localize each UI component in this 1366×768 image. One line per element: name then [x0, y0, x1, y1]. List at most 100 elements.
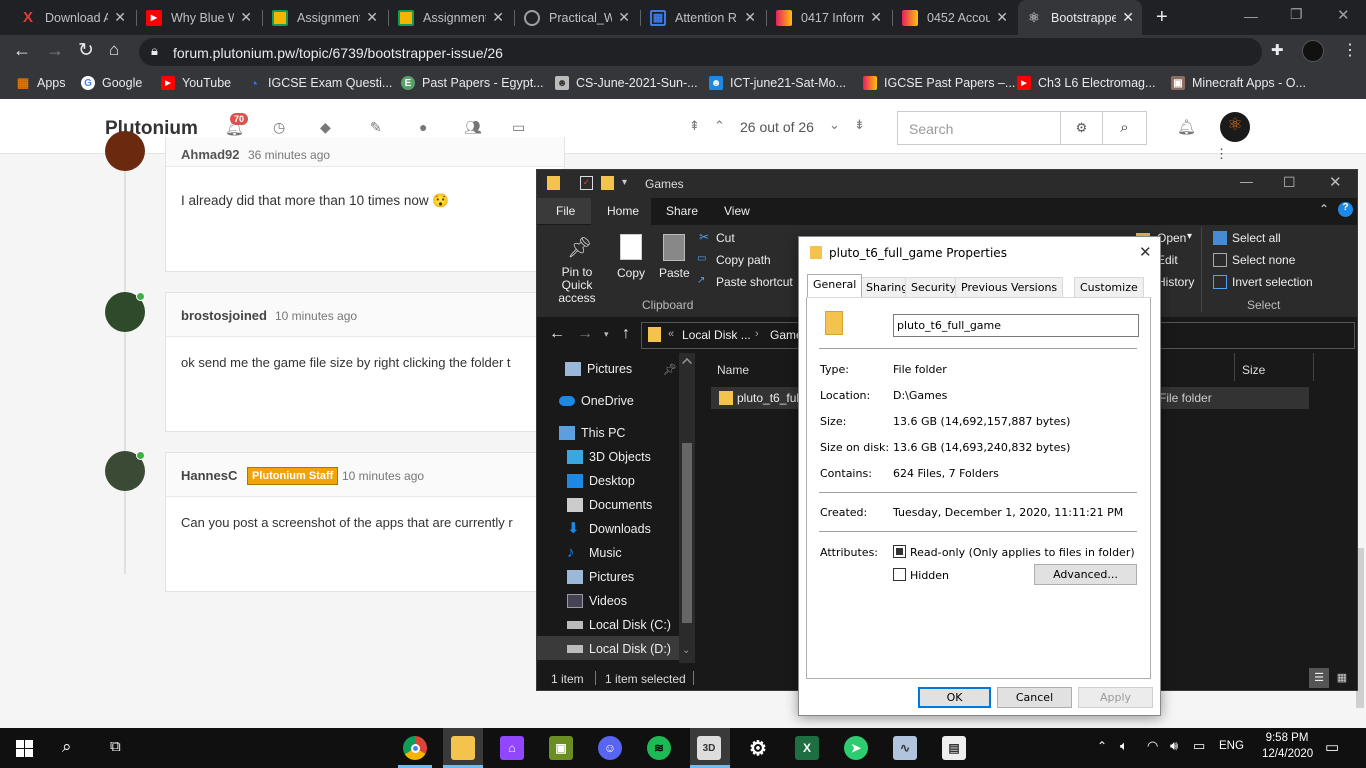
browser-tab[interactable]: Assignment ✕: [390, 0, 512, 35]
bookmark-igcse-past-papers[interactable]: IGCSE Past Papers –...: [863, 76, 1015, 90]
spotify-icon[interactable]: ≋: [647, 736, 671, 760]
post-author[interactable]: brostosjoined: [181, 308, 267, 323]
speaker-icon[interactable]: 🔊︎: [1170, 738, 1178, 754]
clock-date[interactable]: 12/4/2020: [1262, 748, 1313, 760]
browser-tab[interactable]: X Download A ✕: [12, 0, 134, 35]
close-tab-icon[interactable]: ✕: [996, 9, 1008, 26]
last-post-icon[interactable]: ⇟: [854, 117, 865, 133]
close-tab-icon[interactable]: ✕: [366, 9, 378, 26]
nav-scrollbar[interactable]: ⌄: [679, 353, 695, 663]
action-center-icon[interactable]: ▭: [1325, 738, 1339, 756]
search-icon[interactable]: ⌕: [1102, 111, 1147, 145]
nav-local-disk-c[interactable]: Local Disk (C:): [567, 618, 671, 632]
bookmark-igcse-exam[interactable]: ◔ IGCSE Exam Questi...: [247, 76, 392, 91]
post-author[interactable]: HannesC: [181, 468, 237, 483]
browser-tab[interactable]: 0417 Inform ✕: [768, 0, 890, 35]
close-tab-icon[interactable]: ✕: [492, 9, 504, 26]
reload-icon[interactable]: ↻: [78, 39, 94, 62]
column-name[interactable]: Name: [717, 363, 749, 377]
twitch-icon[interactable]: ⌂: [500, 736, 524, 760]
post-time[interactable]: 10 minutes ago: [342, 469, 424, 483]
user-avatar[interactable]: ⚛: [1220, 112, 1250, 142]
nav-music[interactable]: ♪ Music: [567, 545, 622, 560]
select-none-button[interactable]: Select none: [1232, 253, 1295, 267]
ok-button[interactable]: OK: [918, 687, 991, 708]
settings-gear-icon[interactable]: ⚙: [746, 736, 770, 760]
invert-selection-button[interactable]: Invert selection: [1232, 275, 1313, 289]
copy-path-button[interactable]: Copy path: [716, 253, 771, 267]
extensions-icon[interactable]: ✚: [1271, 41, 1284, 59]
breadcrumb-local-disk[interactable]: Local Disk ...: [682, 328, 751, 342]
browser-tab[interactable]: Practical_W ✕: [516, 0, 638, 35]
clock-time[interactable]: 9:58 PM: [1262, 732, 1312, 744]
chrome-menu-icon[interactable]: ⋮: [1342, 40, 1358, 60]
close-tab-icon[interactable]: ✕: [240, 9, 252, 26]
post-options-icon[interactable]: ⋮: [1215, 146, 1228, 162]
new-tab-icon[interactable]: +: [1156, 6, 1168, 29]
bell-icon[interactable]: 🔔︎: [1177, 118, 1196, 136]
post-time[interactable]: 36 minutes ago: [248, 148, 330, 162]
ribbon-tab-share[interactable]: Share: [666, 204, 698, 218]
file-explorer-icon[interactable]: [451, 736, 475, 760]
help-icon[interactable]: ?: [1338, 202, 1353, 217]
search-filter-icon[interactable]: ⚙: [1060, 111, 1103, 145]
nav-this-pc[interactable]: This PC: [559, 426, 625, 440]
tab-security[interactable]: Security: [905, 277, 963, 297]
tab-general[interactable]: General: [807, 274, 863, 298]
new-folder-icon[interactable]: [601, 176, 614, 190]
cancel-button[interactable]: Cancel: [997, 687, 1072, 708]
nav-documents[interactable]: Documents: [567, 498, 652, 512]
url-text[interactable]: forum.plutonium.pw/topic/6739/bootstrapp…: [173, 45, 503, 61]
restore-window-icon[interactable]: ❐: [1290, 6, 1303, 23]
nav-local-disk-d[interactable]: Local Disk (D:): [567, 642, 671, 656]
nav-downloads[interactable]: ⬇ Downloads: [567, 521, 651, 536]
readonly-label[interactable]: Read-only (Only applies to files in fold…: [910, 546, 1135, 559]
ribbon-tab-home-label[interactable]: Home: [607, 204, 639, 218]
maximize-icon[interactable]: ☐: [1283, 174, 1296, 191]
first-post-icon[interactable]: ⇞: [689, 118, 700, 134]
bookmark-minecraft-apps[interactable]: ▣ Minecraft Apps - O...: [1171, 76, 1306, 90]
customize-toolbar-icon[interactable]: ▾: [622, 177, 627, 188]
bookmark-google[interactable]: G Google: [81, 76, 142, 90]
language-indicator[interactable]: ENG: [1219, 740, 1244, 752]
tags-icon[interactable]: ◆: [320, 119, 331, 136]
battery-icon[interactable]: ▭: [1193, 738, 1205, 754]
scroll-up-icon[interactable]: [682, 358, 692, 368]
cut-button[interactable]: Cut: [716, 231, 735, 245]
paste-button[interactable]: Paste: [659, 266, 690, 280]
volume-icon[interactable]: 🔈︎: [1120, 738, 1128, 754]
collapse-ribbon-icon[interactable]: ⌃: [1319, 202, 1329, 216]
bookmark-cs-june[interactable]: ☻ CS-June-2021-Sun-...: [555, 76, 698, 90]
performance-monitor-icon[interactable]: ∿: [893, 736, 917, 760]
media-icon[interactable]: ▭: [512, 119, 525, 136]
task-view-icon[interactable]: ⧉: [110, 738, 121, 755]
paint-icon[interactable]: ▤: [942, 736, 966, 760]
discord-icon[interactable]: ☺: [598, 736, 622, 760]
recent-clock-icon[interactable]: ◷: [273, 119, 285, 136]
select-all-button[interactable]: Select all: [1232, 231, 1281, 245]
tray-chevron-icon[interactable]: ⌃: [1097, 739, 1107, 753]
close-tab-icon[interactable]: ✕: [618, 9, 630, 26]
back-icon[interactable]: ←: [549, 325, 565, 343]
details-view-icon[interactable]: ☰: [1309, 668, 1329, 688]
apply-button[interactable]: Apply: [1078, 687, 1153, 708]
nav-videos[interactable]: Videos: [567, 594, 627, 608]
nav-onedrive[interactable]: OneDrive: [559, 394, 634, 408]
readonly-checkbox[interactable]: [893, 545, 906, 558]
scroll-down-icon[interactable]: ⌄: [682, 645, 690, 656]
next-post-icon[interactable]: ⌄: [829, 117, 840, 133]
close-tab-icon[interactable]: ✕: [870, 9, 882, 26]
close-tab-icon[interactable]: ✕: [114, 9, 126, 26]
search-icon[interactable]: ⌕: [62, 737, 72, 757]
large-icons-view-icon[interactable]: ▦: [1332, 668, 1352, 688]
bookmark-youtube[interactable]: ▶ YouTube: [161, 76, 231, 90]
popular-fire-icon[interactable]: ✎: [370, 119, 382, 136]
close-icon[interactable]: ✕: [1329, 173, 1342, 191]
profile-avatar[interactable]: [1302, 40, 1324, 62]
close-window-icon[interactable]: ✕: [1337, 6, 1350, 24]
tab-customize[interactable]: Customize: [1074, 277, 1144, 297]
column-size[interactable]: Size: [1242, 363, 1265, 377]
minimize-window-icon[interactable]: —: [1244, 8, 1258, 24]
post-author[interactable]: Ahmad92: [181, 147, 240, 162]
post-time[interactable]: 10 minutes ago: [275, 309, 357, 323]
